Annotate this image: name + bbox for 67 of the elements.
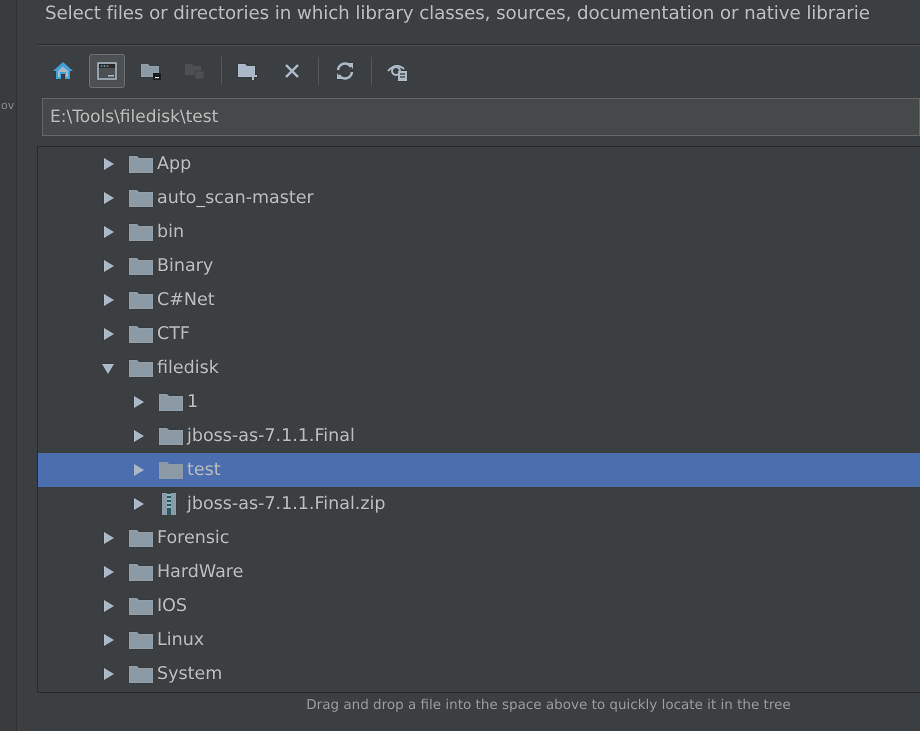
collapsed-arrow-icon[interactable] <box>131 463 145 477</box>
description-text: Select files or directories in which library classes, sources, documentation or native librarie <box>44 2 871 26</box>
collapsed-arrow-icon[interactable] <box>101 225 115 239</box>
tree-item-label: Linux <box>157 630 204 650</box>
tree-row[interactable]: CTF <box>38 317 920 351</box>
collapsed-arrow-icon[interactable] <box>101 667 115 681</box>
folder-icon <box>129 189 153 207</box>
tree-row[interactable]: App <box>38 147 920 181</box>
expanded-arrow-icon[interactable] <box>101 361 115 375</box>
folder-icon <box>129 631 153 649</box>
tree-item-label: Forensic <box>157 528 230 548</box>
tree-item-label: App <box>157 154 192 174</box>
tree-row[interactable]: jboss-as-7.1.1.Final <box>38 419 920 453</box>
tree-row[interactable]: auto_scan-master <box>38 181 920 215</box>
tree-row[interactable]: 1 <box>38 385 920 419</box>
folder-icon <box>129 563 153 581</box>
tree-row[interactable]: bin <box>38 215 920 249</box>
tree-row[interactable]: HardWare <box>38 555 920 589</box>
collapsed-arrow-icon[interactable] <box>101 293 115 307</box>
folder-icon <box>159 427 183 445</box>
tree-item-label: jboss-as-7.1.1.Final <box>187 426 355 446</box>
tree-row[interactable]: IOS <box>38 589 920 623</box>
collapsed-arrow-icon[interactable] <box>131 429 145 443</box>
collapsed-arrow-icon[interactable] <box>131 497 145 511</box>
tree-row[interactable]: Binary <box>38 249 920 283</box>
tree-item-label: jboss-as-7.1.1.Final.zip <box>187 494 386 514</box>
cut-off-label: ov <box>1 99 14 112</box>
collapsed-arrow-icon[interactable] <box>101 633 115 647</box>
tree-item-label: auto_scan-master <box>157 188 314 208</box>
tree-item-label: bin <box>157 222 184 242</box>
folder-icon <box>129 529 153 547</box>
tree-row[interactable]: C#Net <box>38 283 920 317</box>
collapsed-arrow-icon[interactable] <box>101 157 115 171</box>
tree-item-label: IOS <box>157 596 188 616</box>
folder-icon <box>129 291 153 309</box>
folder-icon <box>129 325 153 343</box>
collapsed-arrow-icon[interactable] <box>101 259 115 273</box>
collapsed-arrow-icon[interactable] <box>101 327 115 341</box>
collapsed-arrow-icon[interactable] <box>101 531 115 545</box>
tree-row[interactable]: System <box>38 657 920 691</box>
window-button[interactable] <box>89 54 125 88</box>
folder-icon <box>129 223 153 241</box>
folder-icon <box>129 665 153 683</box>
collapsed-arrow-icon[interactable] <box>131 395 145 409</box>
folder-icon <box>129 597 153 615</box>
folder-icon <box>159 393 183 411</box>
collapsed-arrow-icon[interactable] <box>101 565 115 579</box>
path-field[interactable]: E:\Tools\filedisk\test <box>42 98 920 136</box>
folder-icon <box>129 257 153 275</box>
tree-item-label: System <box>157 664 222 684</box>
tree-row[interactable]: Forensic <box>38 521 920 555</box>
collapsed-arrow-icon[interactable] <box>101 191 115 205</box>
folder-icon <box>129 359 153 377</box>
tree-row[interactable]: filedisk <box>38 351 920 385</box>
tree-row[interactable]: Linux <box>38 623 920 657</box>
tree-item-label: CTF <box>157 324 190 344</box>
collapsed-arrow-icon[interactable] <box>101 599 115 613</box>
folder-icon <box>159 461 183 479</box>
tree-item-label: filedisk <box>157 358 219 378</box>
tree-item-label: test <box>187 460 221 480</box>
hint-text: Drag and drop a file into the space above to quickly locate it in the tree <box>305 696 792 713</box>
tree-item-label: C#Net <box>157 290 215 310</box>
folder-icon <box>129 155 153 173</box>
tree-item-label: HardWare <box>157 562 244 582</box>
tree-item-label: 1 <box>187 392 198 412</box>
tree-item-label: Binary <box>157 256 214 276</box>
tree-row[interactable]: jboss-as-7.1.1.Final.zip <box>38 487 920 521</box>
